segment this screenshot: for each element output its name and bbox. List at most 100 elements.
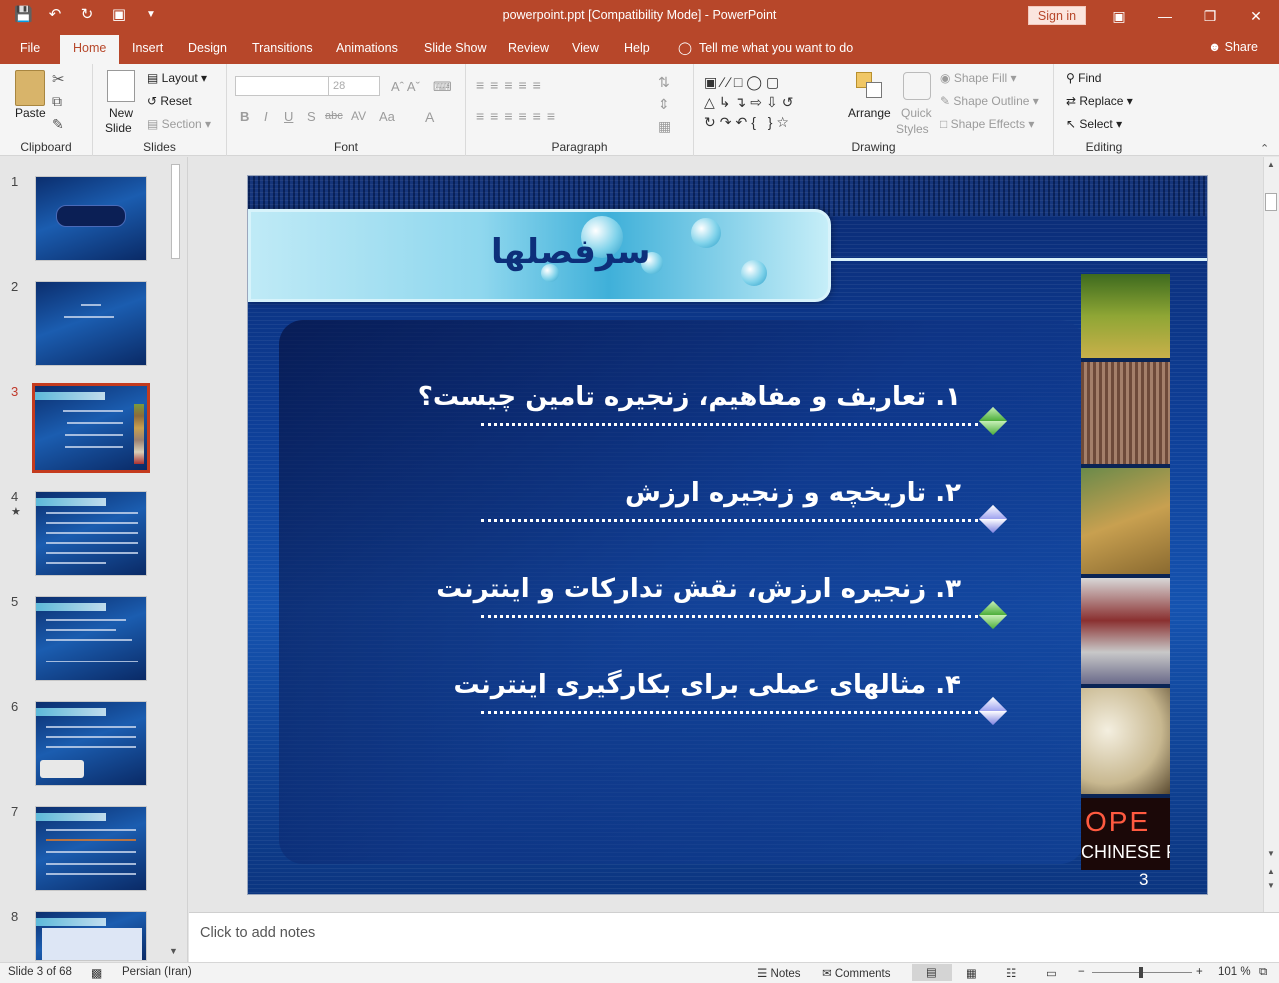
thumbnail-scrollbar[interactable]: ▼ <box>168 160 183 960</box>
minimize-icon[interactable]: — <box>1154 6 1176 26</box>
shape-outline-button[interactable]: ✎ Shape Outline ▾ <box>940 94 1039 108</box>
list-buttons[interactable]: ≡≡≡≡≡ <box>476 77 547 93</box>
tab-view[interactable]: View <box>572 41 599 55</box>
quick-styles-line2[interactable]: Styles <box>896 122 929 136</box>
slide-thumbnail-3[interactable] <box>32 383 150 473</box>
section-button[interactable]: ▤ Section ▾ <box>147 117 211 131</box>
replace-button[interactable]: ⇄ Replace ▾ <box>1066 94 1133 108</box>
bold-button[interactable]: B <box>240 109 249 124</box>
tab-help[interactable]: Help <box>624 41 650 55</box>
slide-scroll-thumb[interactable] <box>1265 193 1277 211</box>
reset-button[interactable]: ↺ Reset <box>147 94 192 108</box>
arrange-button[interactable]: Arrange <box>848 106 891 120</box>
slide-thumbnail-6[interactable] <box>35 701 147 786</box>
paragraph-group: ≡≡≡≡≡ ≡≡≡≡≡≡ ⇅ ⇕ ▦ Paragraph <box>466 64 694 156</box>
notes-placeholder[interactable]: Click to add notes <box>200 925 315 941</box>
shape-effects-button[interactable]: □ Shape Effects ▾ <box>940 117 1034 131</box>
new-slide-button-line1[interactable]: New <box>109 106 133 120</box>
thumbnail-scroll-thumb[interactable] <box>171 164 180 259</box>
arrange-icon[interactable] <box>856 72 884 100</box>
character-spacing-button[interactable]: AV <box>351 109 366 123</box>
text-direction-icon[interactable]: ⇅ <box>658 74 670 91</box>
font-color-button[interactable]: A <box>425 109 434 125</box>
notes-toggle[interactable]: ☰ Notes <box>757 966 801 980</box>
slide-thumbnail-2[interactable] <box>35 281 147 366</box>
paste-button[interactable]: Paste <box>15 106 46 120</box>
reading-view-icon[interactable]: ☷ <box>1006 966 1016 980</box>
font-name-combo[interactable] <box>235 76 329 96</box>
fit-to-window-icon[interactable]: ⧉ <box>1259 966 1267 979</box>
sign-in-button[interactable]: Sign in <box>1028 6 1086 25</box>
scroll-down-icon[interactable]: ▼ <box>169 946 178 956</box>
share-button[interactable]: ☻ Share <box>1208 40 1258 54</box>
scroll-down-icon[interactable]: ▼ <box>1267 849 1275 858</box>
comments-label: Comments <box>834 968 891 980</box>
drawing-group: ▣∕∕□◯▢ △↳↴⇨⇩↺ ↻↷↶{ }☆ Arrange Quick Styles… <box>694 64 1054 156</box>
scroll-up-icon[interactable]: ▲ <box>1267 160 1275 169</box>
new-slide-icon[interactable] <box>107 70 135 102</box>
collapse-ribbon-icon[interactable]: ⌃ <box>1260 142 1269 155</box>
clear-formatting-icon[interactable]: ⌨ <box>433 79 452 95</box>
shadow-button[interactable]: S <box>307 109 316 124</box>
slide-thumbnail-8[interactable] <box>35 911 147 961</box>
copy-icon[interactable]: ⧉ <box>52 93 62 110</box>
thumb-number: 3 <box>11 384 19 399</box>
tab-review[interactable]: Review <box>508 41 549 55</box>
bullet-item-4[interactable]: ۴. مثالهای عملی برای بکارگیری اینترنت <box>453 670 961 700</box>
bullet-item-3[interactable]: ۳. زنجیره ارزش، نقش تدارکات و اینترنت <box>436 574 961 604</box>
cut-icon[interactable]: ✂ <box>52 70 65 88</box>
quick-styles-line1[interactable]: Quick <box>901 106 932 120</box>
notes-pane[interactable]: Click to add notes <box>189 912 1279 962</box>
bullet-item-1[interactable]: ۱. تعاریف و مفاهیم، زنجیره تامین چیست؟ <box>418 382 961 412</box>
italic-button[interactable]: I <box>264 109 268 124</box>
shapes-gallery[interactable]: ▣∕∕□◯▢ △↳↴⇨⇩↺ ↻↷↶{ }☆ <box>704 72 836 132</box>
ribbon-display-options-icon[interactable]: ▣ <box>1108 6 1130 26</box>
align-text-icon[interactable]: ⇕ <box>658 96 670 113</box>
next-slide-icon[interactable]: ▼ <box>1267 881 1275 890</box>
tell-me-search[interactable]: ◯ Tell me what you want to do <box>678 40 853 55</box>
format-painter-icon[interactable]: ✎ <box>52 116 64 133</box>
smartart-icon[interactable]: ▦ <box>658 118 671 135</box>
tab-file[interactable]: File <box>20 41 40 55</box>
select-button[interactable]: ↖ Select ▾ <box>1066 117 1122 131</box>
previous-slide-icon[interactable]: ▲ <box>1267 867 1275 876</box>
change-case-button[interactable]: Aa <box>379 109 395 124</box>
quick-styles-icon[interactable] <box>903 72 931 100</box>
tab-animations[interactable]: Animations <box>336 41 398 55</box>
slide-title[interactable]: سرفصلها <box>491 232 650 272</box>
slide-show-icon[interactable]: ▭ <box>1046 966 1057 980</box>
layout-button[interactable]: ▤ Layout ▾ <box>147 71 207 85</box>
zoom-slider-thumb[interactable] <box>1139 967 1143 978</box>
alignment-buttons[interactable]: ≡≡≡≡≡≡ <box>476 108 561 124</box>
zoom-out-icon[interactable]: − <box>1078 966 1085 978</box>
font-size-combo[interactable]: 28 <box>328 76 380 96</box>
spellcheck-icon[interactable]: ▩ <box>91 966 102 980</box>
slide-thumbnail-7[interactable] <box>35 806 147 891</box>
find-button[interactable]: ⚲ Find <box>1066 71 1101 85</box>
close-icon[interactable]: ✕ <box>1245 6 1267 26</box>
tab-design[interactable]: Design <box>188 41 227 55</box>
tab-home[interactable]: Home <box>60 35 120 64</box>
current-slide[interactable]: سرفصلها ۱. تعاریف و مفاهیم، زنجیره تامین… <box>247 175 1208 895</box>
underline-button[interactable]: U <box>284 109 293 124</box>
zoom-level[interactable]: 101 % <box>1218 966 1251 978</box>
language-indicator[interactable]: Persian (Iran) <box>122 966 192 978</box>
tab-slide-show[interactable]: Slide Show <box>424 41 487 55</box>
font-size-buttons[interactable]: Aˆ Aˇ <box>391 79 420 94</box>
shape-fill-button[interactable]: ◉ Shape Fill ▾ <box>940 71 1017 85</box>
zoom-in-icon[interactable]: + <box>1196 966 1203 978</box>
new-slide-button-line2[interactable]: Slide <box>105 121 132 135</box>
slide-thumbnail-1[interactable] <box>35 176 147 261</box>
normal-view-button[interactable]: ▤ <box>912 964 952 981</box>
tab-insert[interactable]: Insert <box>132 41 163 55</box>
slide-scrollbar[interactable]: ▲ ▼ ▲ ▼ <box>1263 157 1279 912</box>
strikethrough-button[interactable]: abc <box>325 110 343 122</box>
slide-sorter-icon[interactable]: ▦ <box>966 966 977 980</box>
maximize-icon[interactable]: ❐ <box>1199 6 1221 26</box>
slide-thumbnail-4[interactable] <box>35 491 147 576</box>
tab-transitions[interactable]: Transitions <box>252 41 313 55</box>
bullet-item-2[interactable]: ۲. تاریخچه و زنجیره ارزش <box>625 478 961 508</box>
comments-toggle[interactable]: ✉ Comments <box>822 966 890 980</box>
paste-icon[interactable] <box>15 70 45 106</box>
slide-thumbnail-5[interactable] <box>35 596 147 681</box>
